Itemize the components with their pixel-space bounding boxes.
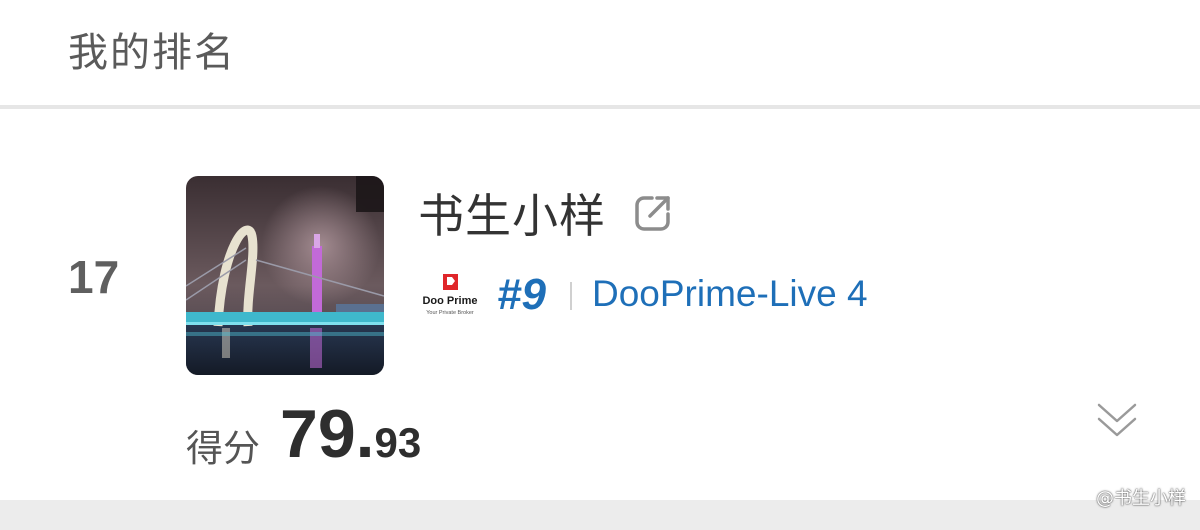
page-header: 我的排名 <box>0 0 1200 109</box>
score-decimal: 93 <box>374 419 422 466</box>
score-label: 得分 <box>186 427 260 470</box>
separator <box>570 282 572 310</box>
header-divider <box>0 105 1200 109</box>
ranking-position: 17 <box>68 251 120 303</box>
external-link-icon[interactable] <box>632 192 674 234</box>
avatar[interactable] <box>186 176 384 375</box>
doo-prime-logo: Doo Prime Your Private Broker <box>422 274 478 318</box>
logo-tagline: Your Private Broker <box>426 310 474 316</box>
broker-rank: #9 <box>497 270 546 319</box>
logo-wordmark: Doo Prime <box>422 295 477 307</box>
score-integer: 79. <box>280 396 375 472</box>
username[interactable]: 书生小样 <box>418 180 606 246</box>
account-name-link[interactable]: DooPrime-Live 4 <box>592 273 868 315</box>
double-chevron-down-icon[interactable] <box>1094 400 1140 442</box>
footer-band <box>0 500 1200 530</box>
watermark: @书生小样 <box>1096 488 1186 509</box>
page-title: 我的排名 <box>68 30 236 76</box>
score-value: 79.93 <box>280 395 421 473</box>
